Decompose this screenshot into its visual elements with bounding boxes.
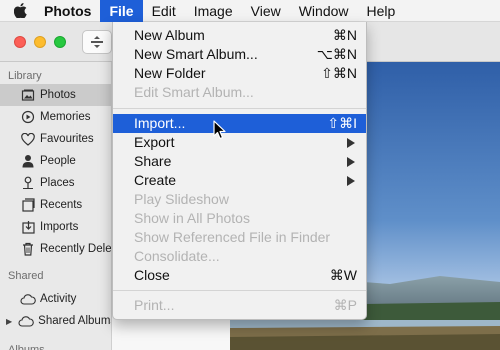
menu-item-edit-smart-album: Edit Smart Album... bbox=[113, 83, 366, 102]
menu-app-photos[interactable]: Photos bbox=[40, 0, 100, 22]
submenu-arrow-icon bbox=[347, 157, 355, 167]
menu-image[interactable]: Image bbox=[185, 0, 242, 22]
cloud-icon bbox=[20, 291, 36, 307]
sidebar-item-photos[interactable]: Photos bbox=[0, 84, 111, 106]
menu-window[interactable]: Window bbox=[290, 0, 358, 22]
menu-item-label: Close bbox=[134, 267, 170, 283]
close-window-button[interactable] bbox=[14, 36, 26, 48]
sidebar-item-label: People bbox=[40, 155, 76, 167]
sidebar-toggle-button[interactable] bbox=[82, 30, 112, 54]
shortcut-label: ⌘W bbox=[329, 267, 357, 283]
sidebar-item-label: Imports bbox=[40, 221, 79, 233]
sidebar-item-label: Recently Delet bbox=[40, 243, 112, 255]
menu-separator bbox=[113, 290, 366, 291]
mouse-pointer-icon bbox=[213, 120, 227, 140]
sidebar-item-people[interactable]: People bbox=[0, 150, 111, 172]
apple-icon[interactable] bbox=[0, 0, 40, 22]
menu-item-share[interactable]: Share bbox=[113, 152, 366, 171]
menu-item-label: Print... bbox=[134, 297, 175, 313]
sidebar-item-imports[interactable]: Imports bbox=[0, 216, 111, 238]
sidebar-toggle-icon bbox=[91, 36, 103, 48]
sidebar-item-places[interactable]: Places bbox=[0, 172, 111, 194]
zoom-window-button[interactable] bbox=[54, 36, 66, 48]
shortcut-label: ⇧⌘N bbox=[321, 65, 357, 81]
menu-item-label: Import... bbox=[134, 115, 186, 131]
imports-icon bbox=[20, 219, 36, 235]
memories-icon bbox=[20, 109, 36, 125]
sidebar-item-label: Photos bbox=[40, 89, 76, 101]
menu-item-label: Show in All Photos bbox=[134, 210, 250, 226]
trash-icon bbox=[20, 241, 36, 257]
sidebar-item-memories[interactable]: Memories bbox=[0, 106, 111, 128]
menu-item-new-folder[interactable]: New Folder ⇧⌘N bbox=[113, 64, 366, 83]
menu-item-label: Show Referenced File in Finder bbox=[134, 229, 331, 245]
menu-item-label: New Folder bbox=[134, 65, 206, 81]
photos-icon bbox=[20, 87, 36, 103]
shortcut-label: ⇧⌘I bbox=[327, 115, 357, 131]
file-menu-dropdown: New Album ⌘N New Smart Album... ⌥⌘N New Fo… bbox=[112, 22, 367, 320]
sidebar-item-label: Shared Albums bbox=[38, 315, 112, 327]
sidebar-item-recents[interactable]: Recents bbox=[0, 194, 111, 216]
menu-item-show-in-all-photos: Show in All Photos bbox=[113, 209, 366, 228]
menu-item-consolidate: Consolidate... bbox=[113, 247, 366, 266]
menu-item-play-slideshow: Play Slideshow bbox=[113, 190, 366, 209]
sidebar-item-label: Recents bbox=[40, 199, 83, 211]
person-icon bbox=[20, 153, 36, 169]
menu-item-label: Consolidate... bbox=[134, 248, 220, 264]
menu-item-show-referenced-file: Show Referenced File in Finder bbox=[113, 228, 366, 247]
menu-item-close[interactable]: Close ⌘W bbox=[113, 266, 366, 285]
sidebar-item-label: Activity bbox=[40, 293, 77, 305]
menu-item-create[interactable]: Create bbox=[113, 171, 366, 190]
sidebar-item-label: Memories bbox=[40, 111, 91, 123]
shortcut-label: ⌘P bbox=[333, 297, 357, 313]
menu-item-export[interactable]: Export bbox=[113, 133, 366, 152]
menu-item-label: Edit Smart Album... bbox=[134, 84, 254, 100]
menu-item-label: Create bbox=[134, 172, 177, 188]
menu-file[interactable]: File bbox=[100, 0, 143, 22]
shared-header: Shared bbox=[8, 270, 44, 282]
menu-item-new-album[interactable]: New Album ⌘N bbox=[113, 26, 366, 45]
menu-separator bbox=[113, 108, 366, 109]
recents-icon bbox=[20, 197, 36, 213]
pin-icon bbox=[20, 175, 36, 191]
menu-view[interactable]: View bbox=[242, 0, 290, 22]
cloud-icon bbox=[18, 313, 34, 329]
minimize-window-button[interactable] bbox=[34, 36, 46, 48]
sidebar-item-label: Favourites bbox=[40, 133, 94, 145]
menu-item-new-smart-album[interactable]: New Smart Album... ⌥⌘N bbox=[113, 45, 366, 64]
menu-item-label: Share bbox=[134, 153, 172, 169]
menu-item-label: New Smart Album... bbox=[134, 46, 258, 62]
sidebar-item-shared-albums[interactable]: ▶ Shared Albums bbox=[0, 310, 111, 332]
sidebar-item-recently-deleted[interactable]: Recently Delet bbox=[0, 238, 111, 260]
menu-help[interactable]: Help bbox=[358, 0, 405, 22]
sidebar-item-label: Places bbox=[40, 177, 75, 189]
heart-icon bbox=[20, 131, 36, 147]
disclosure-triangle-icon[interactable]: ▶ bbox=[6, 317, 12, 326]
menu-item-import[interactable]: Import... ⇧⌘I bbox=[113, 114, 366, 133]
menu-item-label: New Album bbox=[134, 27, 205, 43]
menu-item-print: Print... ⌘P bbox=[113, 296, 366, 315]
library-header: Library bbox=[8, 70, 42, 82]
albums-header: Albums bbox=[8, 344, 45, 350]
menu-bar: Photos File Edit Image View Window Help bbox=[0, 0, 500, 22]
submenu-arrow-icon bbox=[347, 176, 355, 186]
shortcut-label: ⌥⌘N bbox=[316, 46, 357, 62]
menu-item-label: Export bbox=[134, 134, 175, 150]
sidebar-item-favourites[interactable]: Favourites bbox=[0, 128, 111, 150]
shortcut-label: ⌘N bbox=[332, 27, 357, 43]
menu-edit[interactable]: Edit bbox=[143, 0, 185, 22]
sidebar: Library Photos Memories Favourites Peopl… bbox=[0, 62, 112, 350]
sidebar-item-activity[interactable]: Activity bbox=[0, 288, 111, 310]
menu-item-label: Play Slideshow bbox=[134, 191, 229, 207]
submenu-arrow-icon bbox=[347, 138, 355, 148]
